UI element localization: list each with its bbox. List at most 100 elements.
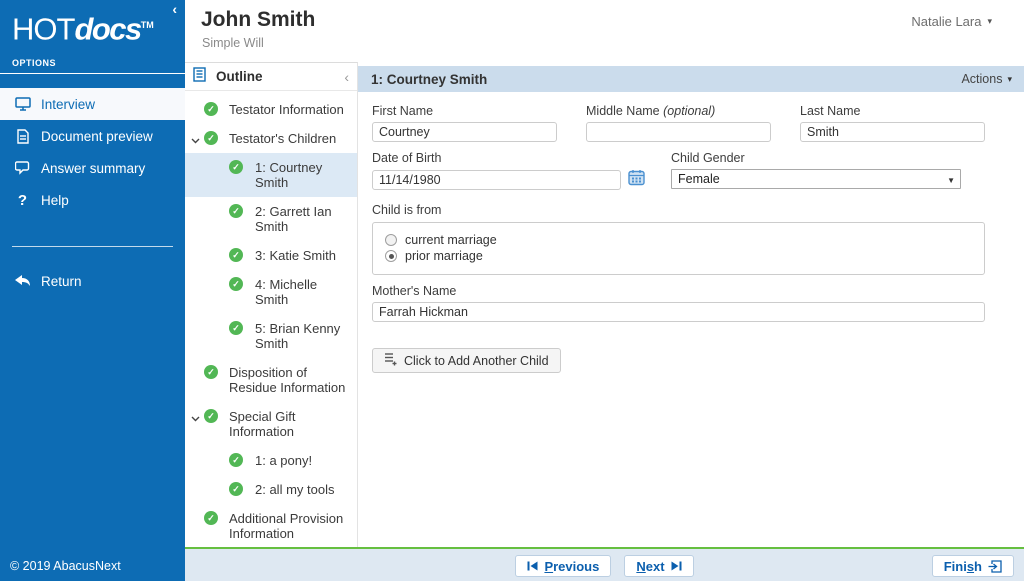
brand-logo: ‹ HOTdocsTM (0, 0, 185, 48)
chevron-expanded-icon[interactable] (191, 410, 200, 425)
copyright-text: © 2019 AbacusNext (10, 559, 121, 573)
sidebar-item-answer-summary[interactable]: Answer summary (0, 152, 185, 184)
form-panel-header: 1: Courtney Smith Actions ▾ (358, 66, 1024, 92)
next-button[interactable]: Next (624, 555, 693, 577)
sidebar-item-document-preview[interactable]: Document preview (0, 120, 185, 152)
first-name-field[interactable] (372, 122, 557, 142)
outline-item-a-pony[interactable]: ✓ 1: a pony! (185, 446, 357, 475)
mothers-name-group: Mother's Name (372, 284, 985, 322)
outline-item-label: 4: Michelle Smith (243, 277, 353, 307)
radio-unselected-icon (385, 234, 397, 246)
sidebar-item-label: Document preview (41, 129, 153, 144)
date-of-birth-field[interactable] (372, 170, 621, 190)
optional-note: (optional) (663, 104, 715, 118)
outline-item-testators-children[interactable]: ✓ Testator's Children (185, 124, 357, 153)
page-title: John Smith (201, 8, 315, 32)
radio-prior-marriage[interactable]: prior marriage (385, 249, 974, 263)
outline-item-label: 3: Katie Smith (243, 248, 353, 263)
sidebar: ‹ HOTdocsTM Options Interview Document p… (0, 0, 185, 581)
user-name: Natalie Lara (911, 14, 981, 29)
page-subtitle: Simple Will (202, 36, 264, 50)
last-name-label: Last Name (800, 104, 985, 118)
outline-item-additional-provision[interactable]: ✓ Additional Provision Information (185, 504, 357, 547)
child-is-from-group: current marriage prior marriage (372, 222, 985, 275)
form-panel: 1: Courtney Smith Actions ▾ First Name M… (358, 62, 1024, 547)
last-name-group: Last Name (800, 104, 985, 142)
check-icon: ✓ (229, 277, 243, 291)
middle-name-field[interactable] (586, 122, 771, 142)
outline-collapse-icon[interactable]: ‹ (344, 69, 349, 85)
radio-current-marriage[interactable]: current marriage (385, 233, 974, 247)
outline-header: Outline ‹ (185, 63, 357, 91)
sidebar-item-return[interactable]: Return (0, 265, 185, 297)
chevron-down-icon: ▾ (987, 16, 992, 27)
outline-item-katie-smith[interactable]: ✓ 3: Katie Smith (185, 241, 357, 270)
brand-bold: docs (74, 11, 140, 46)
outline-item-all-my-tools[interactable]: ✓ 2: all my tools (185, 475, 357, 504)
first-name-label: First Name (372, 104, 557, 118)
chevron-down-icon: ▾ (1007, 74, 1012, 85)
outline-item-special-gift-information[interactable]: ✓ Special Gift Information (185, 402, 357, 446)
actions-menu-button[interactable]: Actions ▾ (961, 72, 1012, 86)
sidebar-item-label: Return (41, 274, 82, 289)
last-name-field[interactable] (800, 122, 985, 142)
radio-label: prior marriage (405, 249, 483, 263)
middle-name-label: Middle Name (optional) (586, 104, 771, 118)
previous-label: Previous (544, 559, 599, 574)
check-icon: ✓ (204, 511, 218, 525)
previous-button[interactable]: Previous (515, 555, 611, 577)
finish-button[interactable]: Finish (932, 555, 1014, 577)
document-icon (14, 128, 31, 144)
middle-name-group: Middle Name (optional) (586, 104, 771, 142)
add-list-icon (384, 352, 397, 369)
outline-item-label: Special Gift Information (218, 409, 353, 439)
brand-trademark: TM (141, 20, 154, 30)
check-icon: ✓ (204, 102, 218, 116)
app-window: ‹ HOTdocsTM Options Interview Document p… (0, 0, 1024, 581)
child-gender-group: Child Gender Female ▼ (671, 151, 961, 191)
child-gender-value: Female (678, 172, 720, 186)
mothers-name-field[interactable] (372, 302, 985, 322)
check-icon: ✓ (204, 409, 218, 423)
check-icon: ✓ (229, 453, 243, 467)
user-menu[interactable]: Natalie Lara ▾ (911, 14, 992, 29)
sidebar-item-interview[interactable]: Interview (0, 88, 185, 120)
middle-name-label-text: Middle Name (586, 104, 660, 118)
outline-item-brian-kenny-smith[interactable]: ✓ 5: Brian Kenny Smith (185, 314, 357, 358)
outline-item-disposition-of-residue[interactable]: ✓ Disposition of Residue Information (185, 358, 357, 402)
question-icon: ? (14, 192, 31, 208)
child-gender-select[interactable]: Female ▼ (671, 169, 961, 189)
sidebar-item-help[interactable]: ? Help (0, 184, 185, 216)
date-of-birth-label: Date of Birth (372, 151, 645, 165)
outline-item-garrett-ian-smith[interactable]: ✓ 2: Garrett Ian Smith (185, 197, 357, 241)
outline-item-label: 2: all my tools (243, 482, 353, 497)
check-icon: ✓ (229, 204, 243, 218)
calendar-icon[interactable] (628, 169, 645, 191)
outline-item-label: 5: Brian Kenny Smith (243, 321, 353, 351)
outline-item-testator-information[interactable]: ✓ Testator Information (185, 95, 357, 124)
outline-panel: Outline ‹ ✓ Testator Information ✓ Testa… (185, 62, 358, 547)
sidebar-collapse-icon[interactable]: ‹ (172, 2, 177, 16)
skip-previous-icon (527, 561, 538, 571)
outline-item-michelle-smith[interactable]: ✓ 4: Michelle Smith (185, 270, 357, 314)
return-arrow-icon (14, 273, 31, 289)
outline-item-courtney-smith[interactable]: ✓ 1: Courtney Smith (185, 153, 357, 197)
main-header: John Smith Simple Will Natalie Lara ▾ (185, 0, 1024, 62)
sidebar-item-label: Help (41, 193, 69, 208)
check-icon: ✓ (229, 482, 243, 496)
add-another-child-button[interactable]: Click to Add Another Child (372, 348, 561, 373)
child-gender-label: Child Gender (671, 151, 961, 165)
outline-item-label: Testator Information (218, 102, 353, 117)
check-icon: ✓ (204, 131, 218, 145)
date-of-birth-group: Date of Birth (372, 151, 645, 191)
sidebar-item-label: Answer summary (41, 161, 145, 176)
check-icon: ✓ (204, 365, 218, 379)
monitor-icon (14, 96, 31, 112)
check-icon: ✓ (229, 321, 243, 335)
outline-item-label: Additional Provision Information (218, 511, 353, 541)
add-another-child-label: Click to Add Another Child (404, 354, 549, 368)
skip-next-icon (671, 561, 682, 571)
chevron-expanded-icon[interactable] (191, 132, 200, 147)
outline-title: Outline (216, 69, 344, 84)
mothers-name-label: Mother's Name (372, 284, 985, 298)
